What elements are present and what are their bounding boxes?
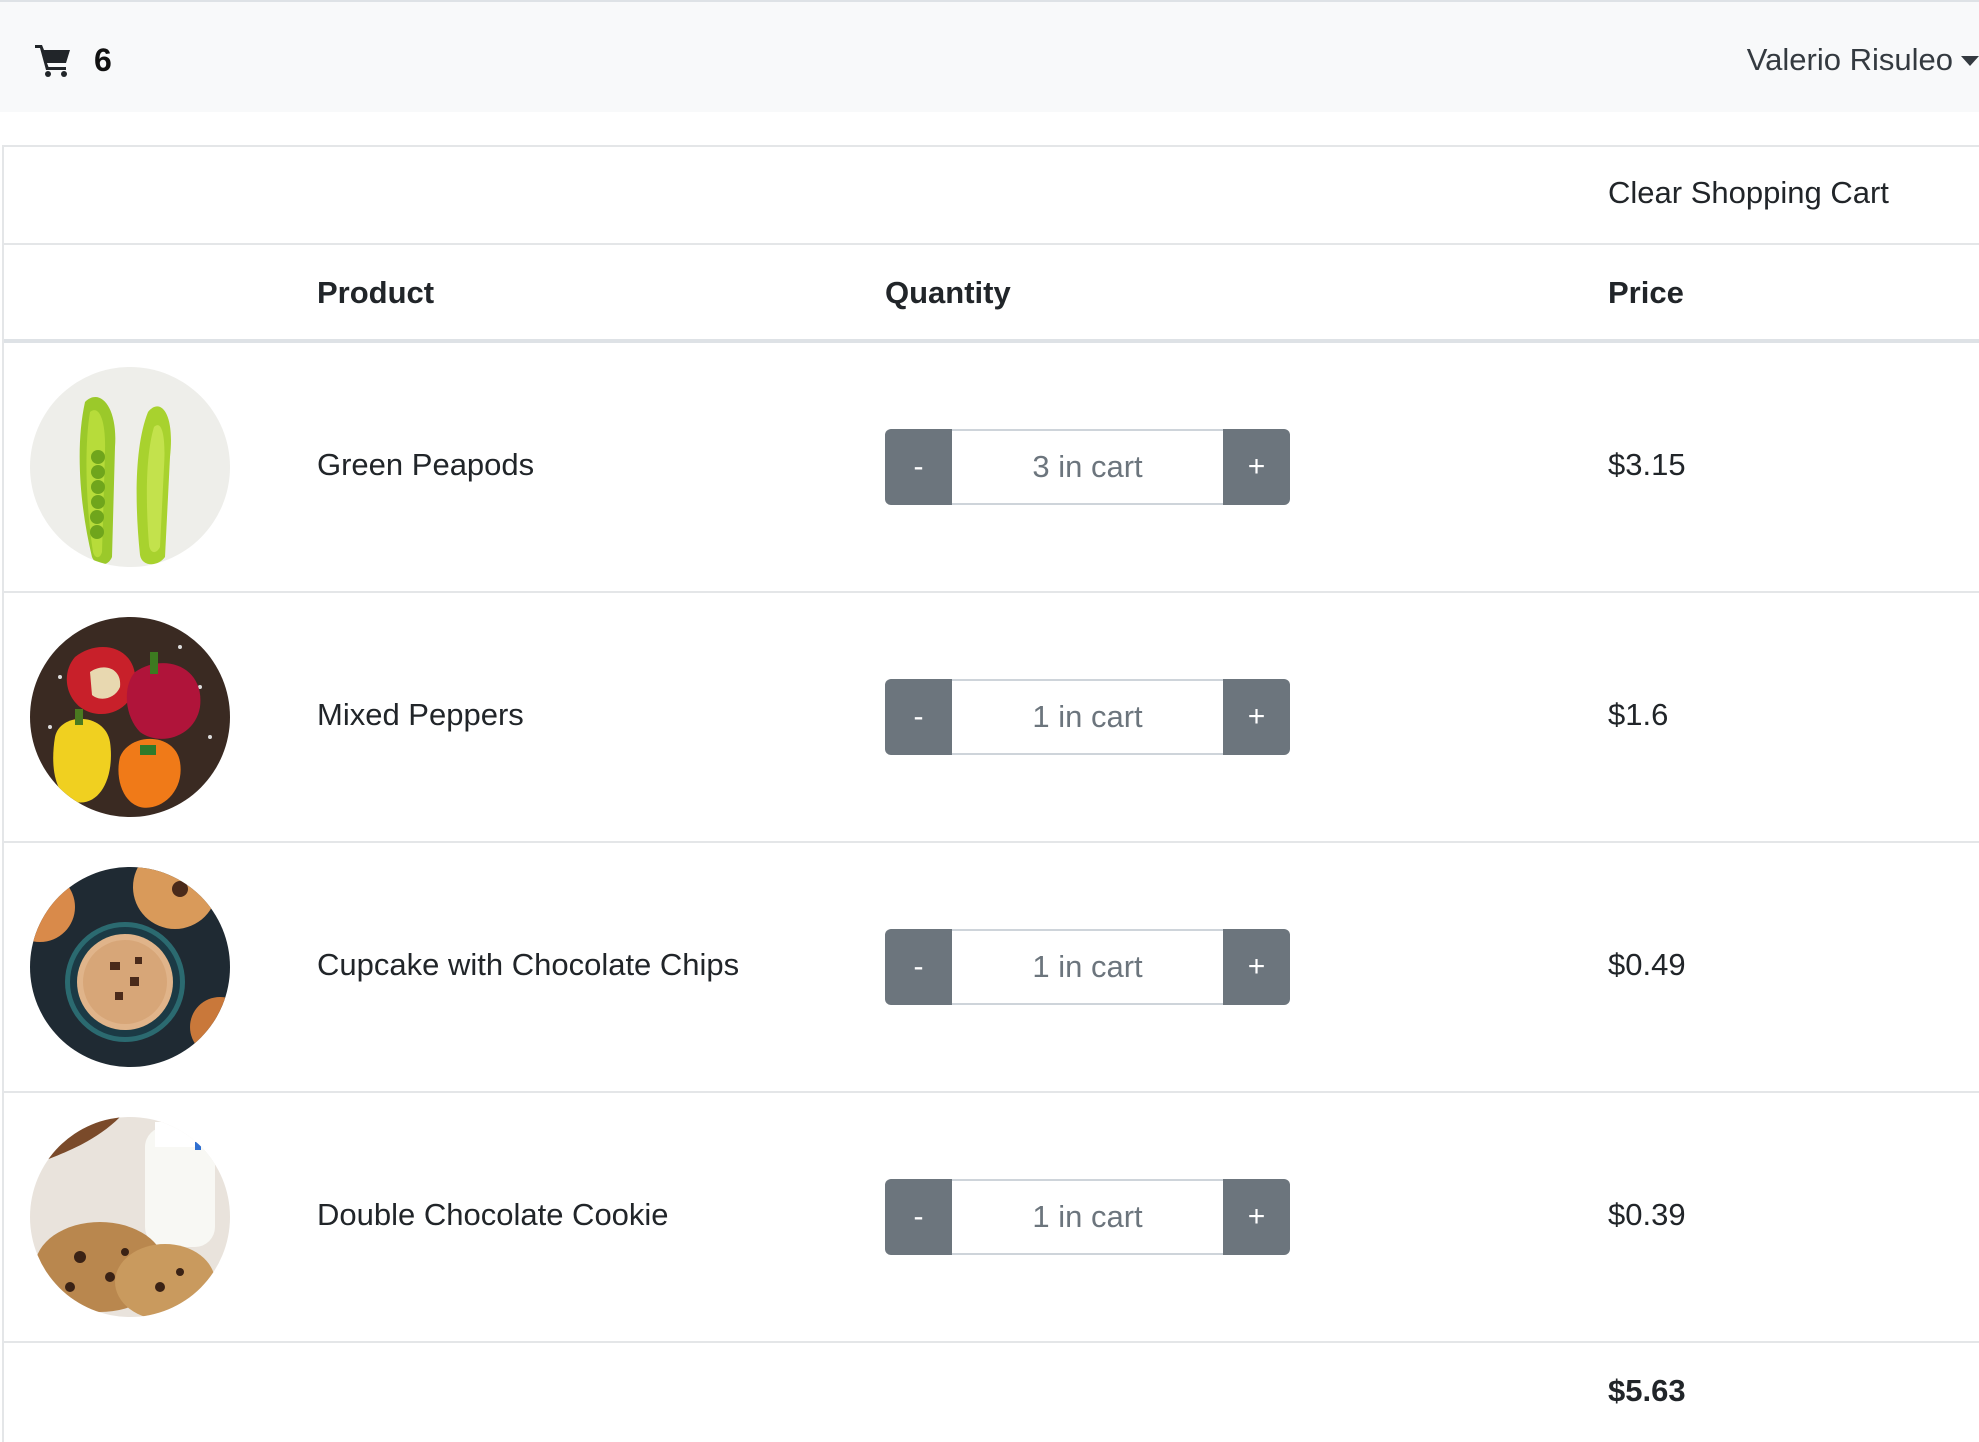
cart-total: $5.63 [1608,1373,1686,1408]
quantity-input[interactable] [952,1179,1223,1255]
quantity-stepper: - + [885,429,1290,505]
column-header-price: Price [1608,275,1684,310]
product-price: $0.49 [1608,947,1686,982]
quantity-input[interactable] [952,929,1223,1005]
quantity-stepper: - + [885,929,1290,1005]
increase-quantity-button[interactable]: + [1223,429,1290,505]
product-price: $3.15 [1608,447,1686,482]
user-menu-dropdown[interactable]: Valerio Risuleo [1747,40,1979,80]
table-row: Double Chocolate Cookie - + $0.39 [4,1093,1979,1343]
product-price: $1.6 [1608,697,1669,732]
table-row: Green Peapods - + $3.15 [4,343,1979,593]
product-name: Green Peapods [317,447,535,482]
navbar: 6 Valerio Risuleo [0,0,1979,112]
product-name: Cupcake with Chocolate Chips [317,947,740,982]
quantity-stepper: - + [885,679,1290,755]
user-name: Valerio Risuleo [1746,42,1953,77]
increase-quantity-button[interactable]: + [1223,679,1290,755]
quantity-input[interactable] [952,679,1223,755]
shopping-cart-icon [35,45,70,77]
cart-count-badge: 6 [94,41,112,78]
decrease-quantity-button[interactable]: - [885,1179,952,1255]
quantity-stepper: - + [885,1179,1290,1255]
product-name: Mixed Peppers [317,697,524,732]
cupcake-image [30,867,230,1067]
increase-quantity-button[interactable]: + [1223,929,1290,1005]
table-header: Product Quantity Price [4,245,1979,343]
column-header-quantity: Quantity [885,275,1011,310]
decrease-quantity-button[interactable]: - [885,679,952,755]
decrease-quantity-button[interactable]: - [885,429,952,505]
product-price: $0.39 [1608,1197,1686,1232]
decrease-quantity-button[interactable]: - [885,929,952,1005]
table-row: Mixed Peppers - + $1.6 [4,593,1979,843]
quantity-input[interactable] [952,429,1223,505]
clear-shopping-cart-button[interactable]: Clear Shopping Cart [1608,175,1889,211]
green-peapods-image [30,367,230,567]
clear-cart-row: Clear Shopping Cart [4,147,1979,245]
total-row: $5.63 [4,1343,1979,1442]
increase-quantity-button[interactable]: + [1223,1179,1290,1255]
cart-link[interactable]: 6 [34,40,112,80]
column-header-product: Product [317,275,435,310]
mixed-peppers-image [30,617,230,817]
caret-down-icon [1961,56,1979,66]
shopping-cart-page: 6 Valerio Risuleo Clear Shopping Cart Pr… [0,0,1979,1442]
cookie-image [30,1117,230,1317]
cart-table: Clear Shopping Cart Product Quantity Pri… [2,145,1979,1442]
product-name: Double Chocolate Cookie [317,1197,669,1232]
table-row: Cupcake with Chocolate Chips - + $0.49 [4,843,1979,1093]
